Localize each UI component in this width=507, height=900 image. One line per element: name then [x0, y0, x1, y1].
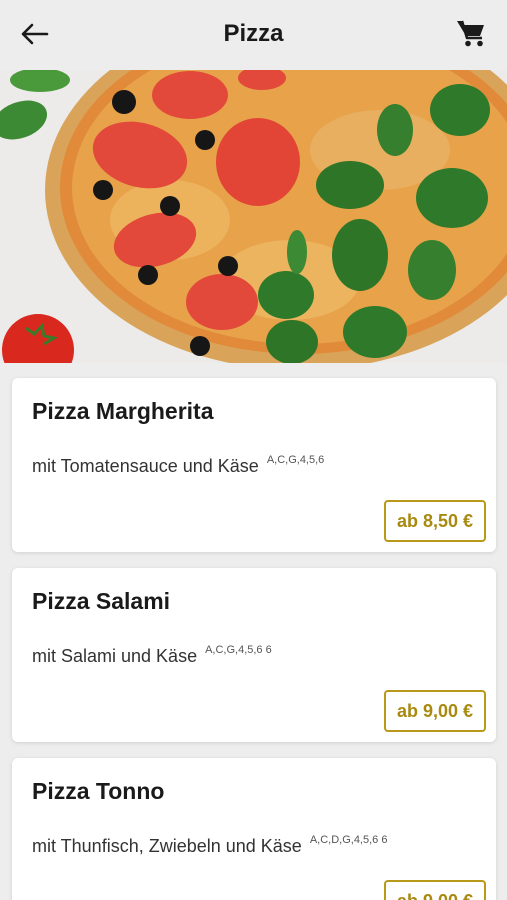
menu-item-card[interactable]: Pizza Tonno mit Thunfisch, Zwiebeln und … [12, 758, 496, 900]
allergen-codes: A,C,G,4,5,6 6 [205, 644, 272, 656]
shopping-cart-icon [456, 18, 486, 53]
page-title: Pizza [223, 20, 284, 47]
menu-item-description: mit Thunfisch, Zwiebeln und Käse A,C,D,G,… [32, 834, 388, 857]
description-text: mit Thunfisch, Zwiebeln und Käse [32, 836, 302, 856]
menu-item-name: Pizza Salami [32, 588, 171, 614]
allergen-codes: A,C,D,G,4,5,6 6 [309, 834, 388, 846]
app-header: Pizza [0, 0, 507, 70]
price-button[interactable]: ab 8,50 € [383, 500, 486, 542]
price-button[interactable]: ab 9,00 € [383, 880, 486, 900]
description-text: mit Tomatensauce und Käse [32, 456, 259, 476]
hero-image [0, 70, 507, 363]
menu-item-name: Pizza Margherita [32, 398, 214, 424]
menu-item-card[interactable]: Pizza Margherita mit Tomatensauce und Kä… [12, 378, 496, 552]
menu-item-card[interactable]: Pizza Salami mit Salami und Käse A,C,G,4,… [12, 568, 496, 742]
menu-item-description: mit Salami und Käse A,C,G,4,5,6 6 [32, 644, 272, 667]
menu-item-description: mit Tomatensauce und Käse A,C,G,4,5,6 [32, 454, 325, 477]
price-button[interactable]: ab 9,00 € [383, 690, 486, 732]
cart-button[interactable] [453, 17, 489, 53]
menu-item-name: Pizza Tonno [32, 778, 165, 804]
pizza-photo [0, 70, 507, 363]
allergen-codes: A,C,G,4,5,6 [266, 454, 325, 466]
description-text: mit Salami und Käse [32, 646, 198, 666]
